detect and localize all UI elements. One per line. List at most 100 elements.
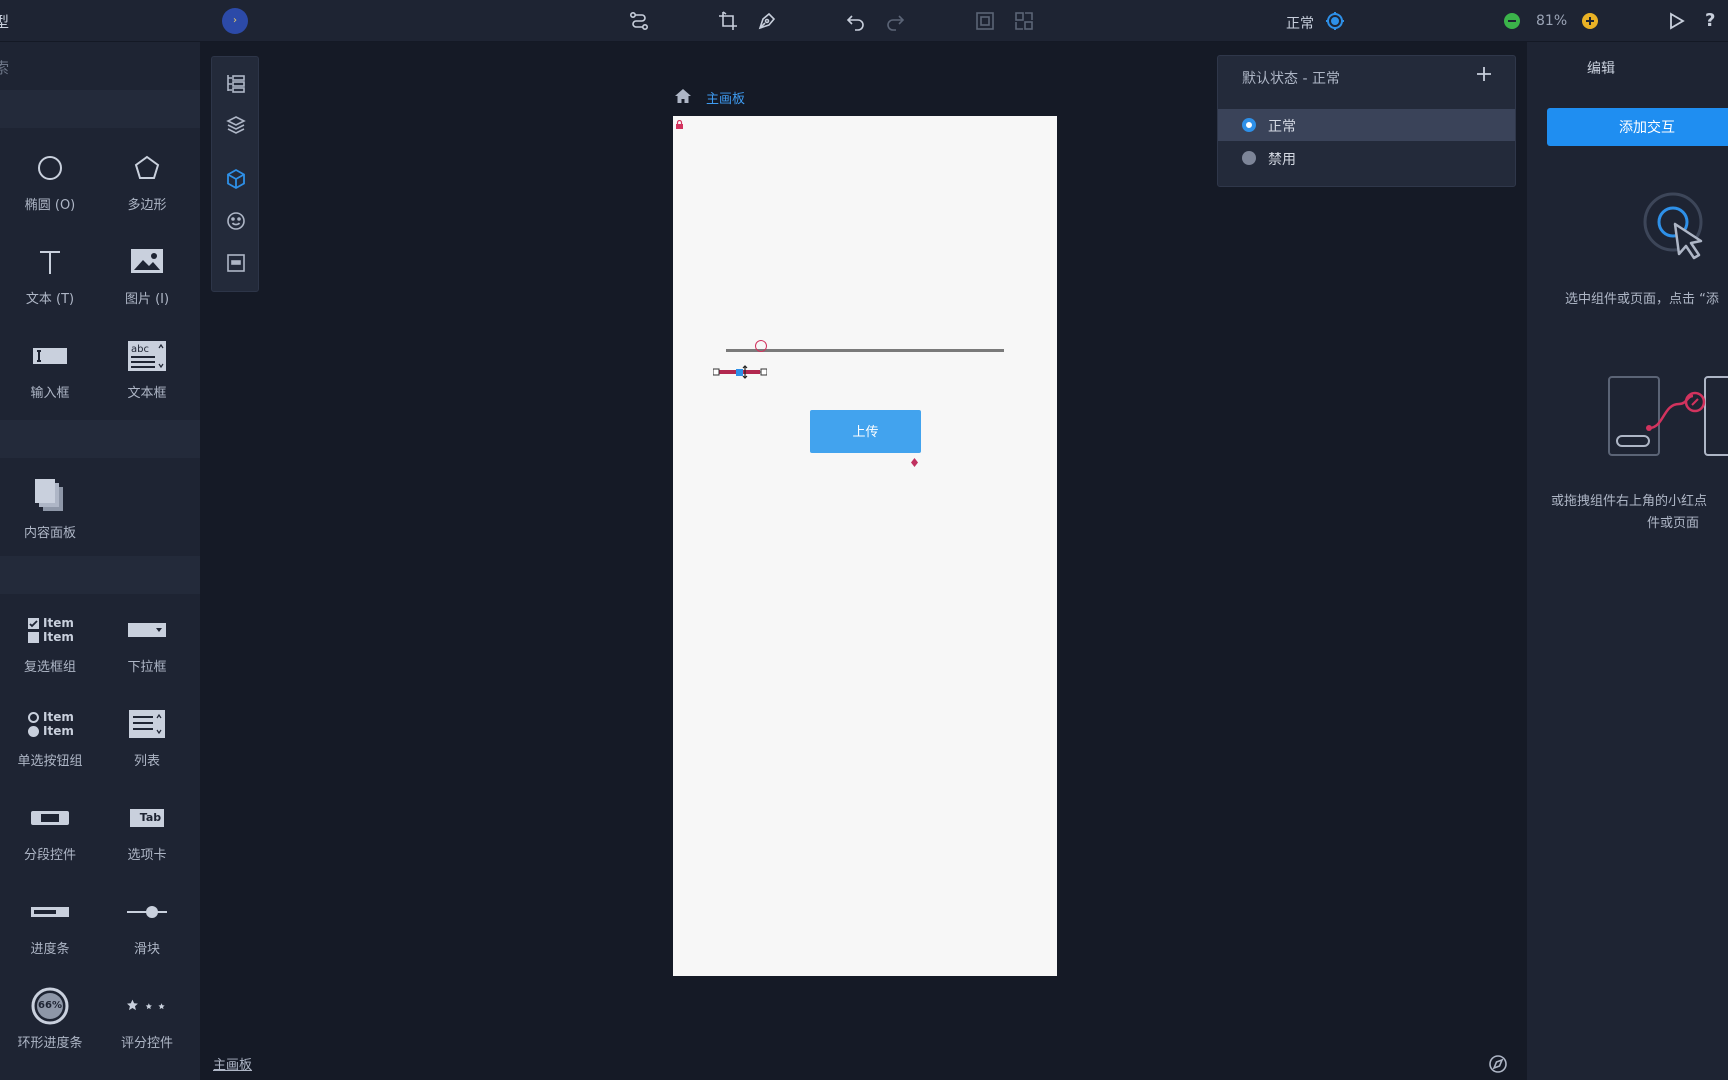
state-option-disabled[interactable]: 禁用 <box>1218 142 1515 174</box>
section-header <box>0 90 200 128</box>
master-icon[interactable] <box>225 252 247 274</box>
upload-button[interactable]: 上传 <box>810 410 921 467</box>
radio-group-icon: Item Item <box>28 704 78 744</box>
selected-element[interactable] <box>712 364 768 380</box>
component-tabs[interactable]: Tab 选项卡 <box>99 790 195 874</box>
app-title: 型 <box>0 13 10 31</box>
zoom-level: 81% <box>1536 13 1568 29</box>
drag-link-icon <box>1607 372 1728 472</box>
layers-icon[interactable] <box>225 114 247 136</box>
top-toolbar: 型 › 正常 81% ? <box>0 0 1728 42</box>
component-label: 评分控件 <box>120 1036 173 1051</box>
radio-item-label: Item <box>43 710 74 724</box>
state-option-label: 正常 <box>1268 119 1296 135</box>
component-text[interactable]: 文本 (T) <box>2 234 98 318</box>
component-label: 内容面板 <box>23 526 76 541</box>
zoom-in-button[interactable] <box>1582 13 1598 29</box>
dropdown-icon <box>127 610 167 650</box>
redo-icon[interactable] <box>884 10 906 32</box>
component-textarea[interactable]: abc 文本框 <box>99 328 195 412</box>
state-settings-icon[interactable] <box>1324 10 1346 32</box>
state-label[interactable]: 正常 <box>1286 13 1314 33</box>
inspector-panel: 编辑 添加交互 选中组件或页面，点击 “添 或拖拽组件右上角的小红点 件或页面 <box>1527 42 1728 1080</box>
slider-track[interactable] <box>726 349 1004 352</box>
tabs-icon: Tab <box>127 798 167 838</box>
component-ellipse[interactable]: 椭圆 (O) <box>2 140 98 224</box>
tab-edit[interactable]: 编辑 <box>1587 58 1615 78</box>
undo-icon[interactable] <box>845 10 867 32</box>
play-icon[interactable] <box>1665 10 1687 32</box>
add-state-icon[interactable] <box>1474 64 1494 84</box>
layout-icon[interactable] <box>1013 10 1035 32</box>
list-icon <box>127 704 167 744</box>
slider-icon <box>127 892 167 932</box>
component-label: 分段控件 <box>23 848 76 863</box>
home-icon[interactable] <box>674 88 692 104</box>
ring-progress-icon: 66% <box>30 986 70 1026</box>
component-label: 图片 (I) <box>124 292 170 307</box>
component-label: 列表 <box>133 754 160 769</box>
slider-thumb[interactable] <box>755 340 767 352</box>
frame-icon[interactable] <box>974 10 996 32</box>
component-content-panel[interactable]: 内容面板 <box>2 468 98 552</box>
emoji-icon[interactable] <box>225 210 247 232</box>
pen-icon[interactable] <box>756 10 778 32</box>
state-popover-title: 默认状态 - 正常 <box>1242 71 1340 87</box>
content-panel-icon <box>30 476 70 516</box>
artboard[interactable]: 上传 <box>673 116 1057 976</box>
component-label: 下拉框 <box>127 660 167 675</box>
component-list[interactable]: 列表 <box>99 696 195 780</box>
tabs-glyph-text: Tab <box>129 809 165 827</box>
add-interaction-button[interactable]: 添加交互 <box>1547 108 1728 146</box>
state-option-label: 禁用 <box>1268 152 1296 168</box>
app-root: 型 › 正常 81% ? 索 椭圆 (O) 多边形 文本 (T) 图片 (I) … <box>0 0 1728 1080</box>
component-radio-group[interactable]: Item Item 单选按钮组 <box>2 696 98 780</box>
input-icon <box>30 336 70 376</box>
component-image[interactable]: 图片 (I) <box>99 234 195 318</box>
interaction-dot-icon[interactable] <box>911 441 918 467</box>
radio-unselected-icon <box>1242 151 1256 165</box>
radio-selected-icon <box>1242 118 1256 132</box>
component-dropdown[interactable]: 下拉框 <box>99 602 195 686</box>
click-cursor-icon <box>1643 192 1713 262</box>
component-segmented[interactable]: 分段控件 <box>2 790 98 874</box>
zoom-out-button[interactable] <box>1504 13 1520 29</box>
component-label: 进度条 <box>30 942 70 957</box>
avatar[interactable]: › <box>222 8 248 34</box>
breadcrumb[interactable]: 主画板 <box>706 88 745 107</box>
component-label: 椭圆 (O) <box>24 198 76 213</box>
hint-drag-line1: 或拖拽组件右上角的小红点 <box>1551 494 1708 509</box>
lock-icon <box>675 118 684 129</box>
section-header <box>0 556 200 594</box>
component-rating[interactable]: 评分控件 <box>99 978 195 1062</box>
compass-icon[interactable] <box>1488 1054 1508 1074</box>
component-slider[interactable]: 滑块 <box>99 884 195 968</box>
text-icon <box>30 242 70 282</box>
state-option-normal[interactable]: 正常 <box>1218 109 1515 141</box>
side-tool-strip <box>211 56 259 292</box>
segmented-icon <box>30 798 70 838</box>
ring-progress-text: 66% <box>38 1000 62 1011</box>
component-label: 文本 (T) <box>25 292 75 307</box>
page-tab-main[interactable]: 主画板 <box>213 1054 252 1073</box>
crop-icon[interactable] <box>717 10 739 32</box>
component-label: 多边形 <box>127 198 167 213</box>
component-checkbox-group[interactable]: Item Item 复选框组 <box>2 602 98 686</box>
component-ring-progress[interactable]: 66% 环形进度条 <box>2 978 98 1062</box>
path-icon[interactable] <box>628 10 650 32</box>
polygon-icon <box>127 148 167 188</box>
checkbox-item-label: Item <box>43 630 74 644</box>
textarea-icon: abc <box>127 336 167 376</box>
search-input[interactable]: 索 <box>0 57 9 78</box>
help-icon[interactable]: ? <box>1705 10 1727 32</box>
components-icon[interactable] <box>225 168 247 190</box>
radio-item-label: Item <box>43 724 74 738</box>
component-progress[interactable]: 进度条 <box>2 884 98 968</box>
component-label: 单选按钮组 <box>17 754 83 769</box>
component-library: 索 椭圆 (O) 多边形 文本 (T) 图片 (I) 输入框 abc 文本框 内… <box>0 42 200 1080</box>
component-polygon[interactable]: 多边形 <box>99 140 195 224</box>
component-input[interactable]: 输入框 <box>2 328 98 412</box>
outline-icon[interactable] <box>225 72 247 94</box>
component-label: 选项卡 <box>127 848 167 863</box>
upload-button-label: 上传 <box>852 424 879 439</box>
